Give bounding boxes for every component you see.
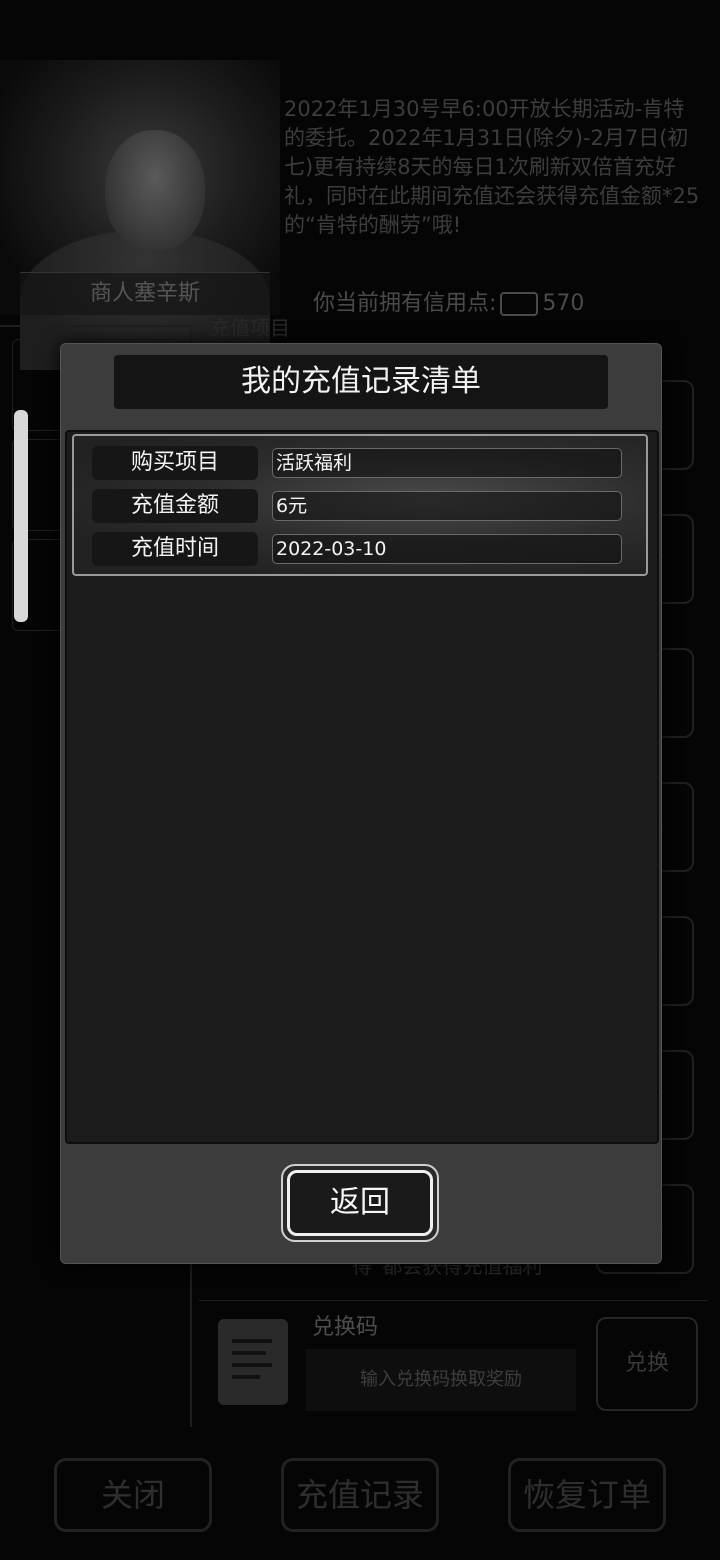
shop-row-title: 充值项目 xyxy=(210,316,290,340)
record-value: 6元 xyxy=(272,491,622,521)
restore-order-button[interactable]: 恢复订单 xyxy=(508,1458,666,1532)
credits-display: 你当前拥有信用点: 570 xyxy=(313,285,584,317)
event-notice: 2022年1月30号早6:00开放长期活动-肯特的委托。2022年1月31日(除… xyxy=(284,97,700,237)
redeem-button[interactable]: 兑换 xyxy=(596,1317,698,1411)
merchant-head xyxy=(105,130,205,250)
merchant-name: 商人塞辛斯 xyxy=(20,272,270,315)
record-label: 购买项目 xyxy=(92,446,258,480)
redeem-code-input[interactable]: 输入兑换码换取奖励 xyxy=(306,1349,576,1411)
record-label: 充值金额 xyxy=(92,489,258,523)
scrollbar[interactable] xyxy=(14,410,28,622)
record-card: 购买项目 活跃福利 充值金额 6元 充值时间 2022-03-10 xyxy=(72,434,648,576)
bottom-bar: 关闭 充值记录 恢复订单 xyxy=(0,1430,720,1560)
return-button[interactable]: 返回 xyxy=(281,1164,439,1242)
scroll-icon xyxy=(218,1319,288,1405)
record-value: 2022-03-10 xyxy=(272,534,622,564)
recharge-records-dialog: 我的充值记录清单 购买项目 活跃福利 充值金额 6元 充值时间 2022-03-… xyxy=(60,343,662,1264)
record-value: 活跃福利 xyxy=(272,448,622,478)
recharge-records-button[interactable]: 充值记录 xyxy=(281,1458,439,1532)
credit-card-icon xyxy=(500,292,539,316)
record-label: 充值时间 xyxy=(92,532,258,566)
redeem-title: 兑换码 xyxy=(312,1315,379,1340)
credits-value: 570 xyxy=(542,291,585,316)
redeem-code-row: 兑换码 输入兑换码换取奖励 兑换 xyxy=(198,1300,708,1421)
credits-label: 你当前拥有信用点: xyxy=(313,291,497,316)
close-button[interactable]: 关闭 xyxy=(54,1458,212,1532)
return-button-label: 返回 xyxy=(287,1170,433,1236)
records-list: 购买项目 活跃福利 充值金额 6元 充值时间 2022-03-10 xyxy=(65,430,659,1144)
dialog-title: 我的充值记录清单 xyxy=(114,355,608,409)
